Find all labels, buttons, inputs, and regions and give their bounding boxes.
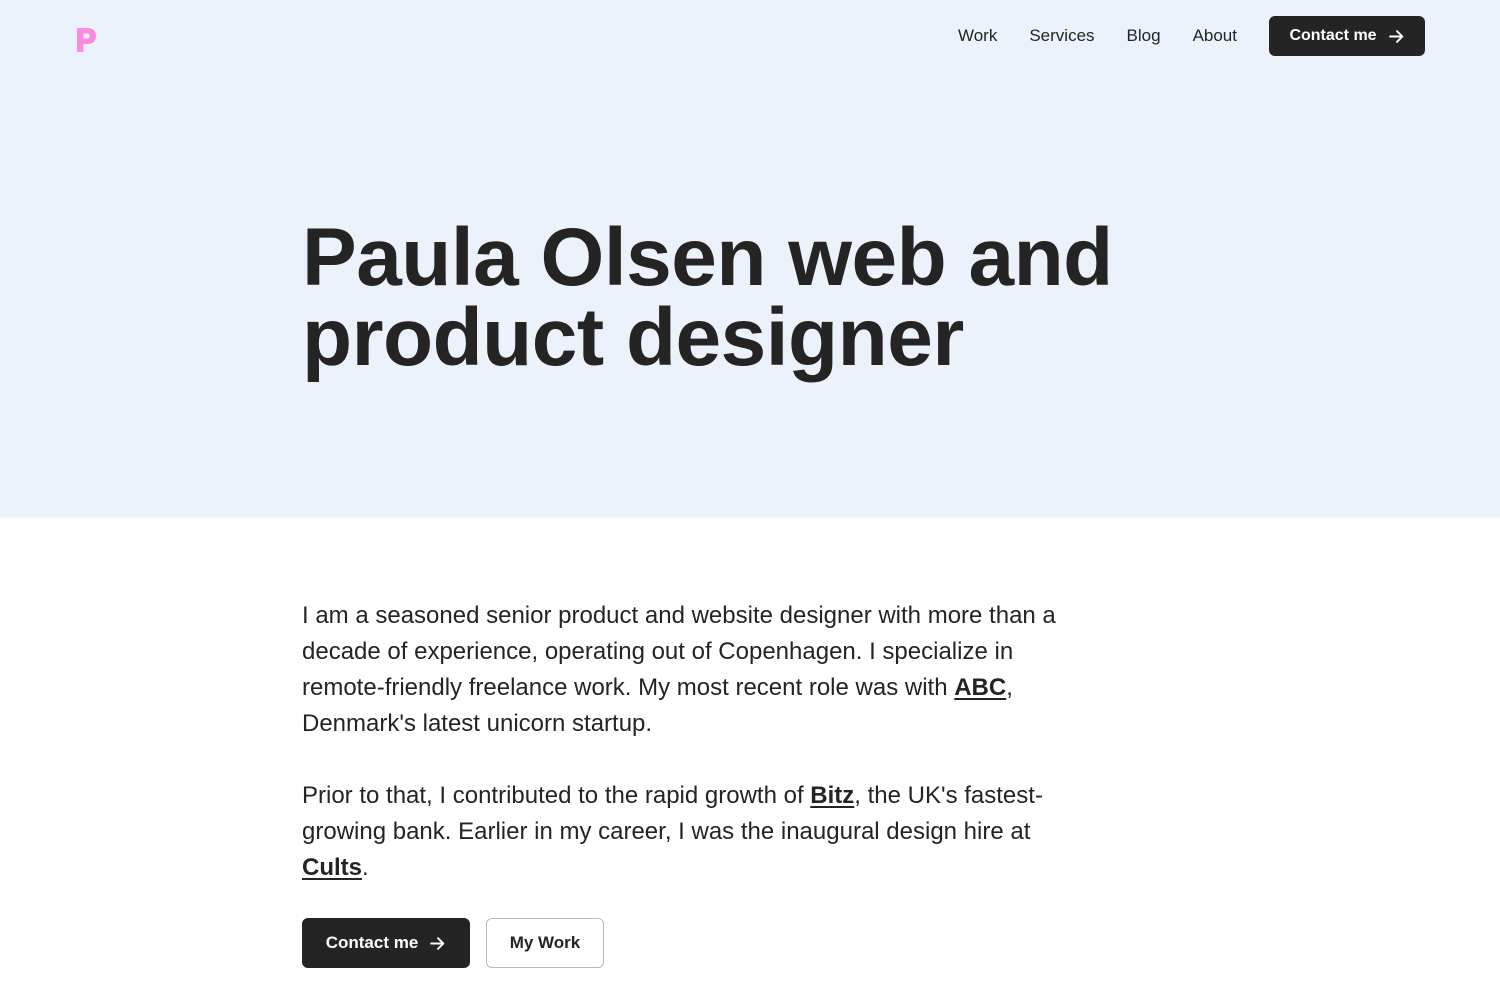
nav-link-blog[interactable]: Blog: [1127, 16, 1161, 56]
contact-button[interactable]: Contact me: [302, 918, 470, 968]
intro-paragraph-1: I am a seasoned senior product and websi…: [302, 598, 1062, 742]
arrow-right-icon: [1388, 29, 1403, 43]
intro-paragraph-2: Prior to that, I contributed to the rapi…: [302, 778, 1062, 886]
cults-link[interactable]: Cults: [302, 854, 362, 881]
nav-contact-button[interactable]: Contact me: [1269, 16, 1425, 56]
nav-link-services[interactable]: Services: [1029, 16, 1094, 56]
contact-label: Contact me: [325, 933, 419, 952]
intro-text: I am a seasoned senior product and websi…: [302, 602, 1056, 701]
cta-actions: Contact me My Work: [302, 918, 604, 968]
bitz-link[interactable]: Bitz: [810, 782, 854, 809]
main-nav: Work Services Blog About Contact me: [958, 16, 1425, 56]
intro-section: I am a seasoned senior product and websi…: [302, 598, 1062, 922]
hero-section: Work Services Blog About Contact me Paul…: [0, 0, 1500, 518]
arrow-right-icon: [430, 936, 445, 950]
logo-icon[interactable]: [75, 26, 97, 54]
abc-link[interactable]: ABC: [954, 674, 1006, 701]
nav-link-about[interactable]: About: [1193, 16, 1237, 56]
nav-link-work[interactable]: Work: [958, 16, 997, 56]
my-work-button[interactable]: My Work: [486, 918, 604, 968]
page-title: Paula Olsen web and product designer: [302, 212, 1113, 383]
nav-contact-label: Contact me: [1289, 27, 1377, 44]
intro-text: Prior to that, I contributed to the rapi…: [302, 782, 811, 809]
intro-text: .: [362, 854, 369, 881]
